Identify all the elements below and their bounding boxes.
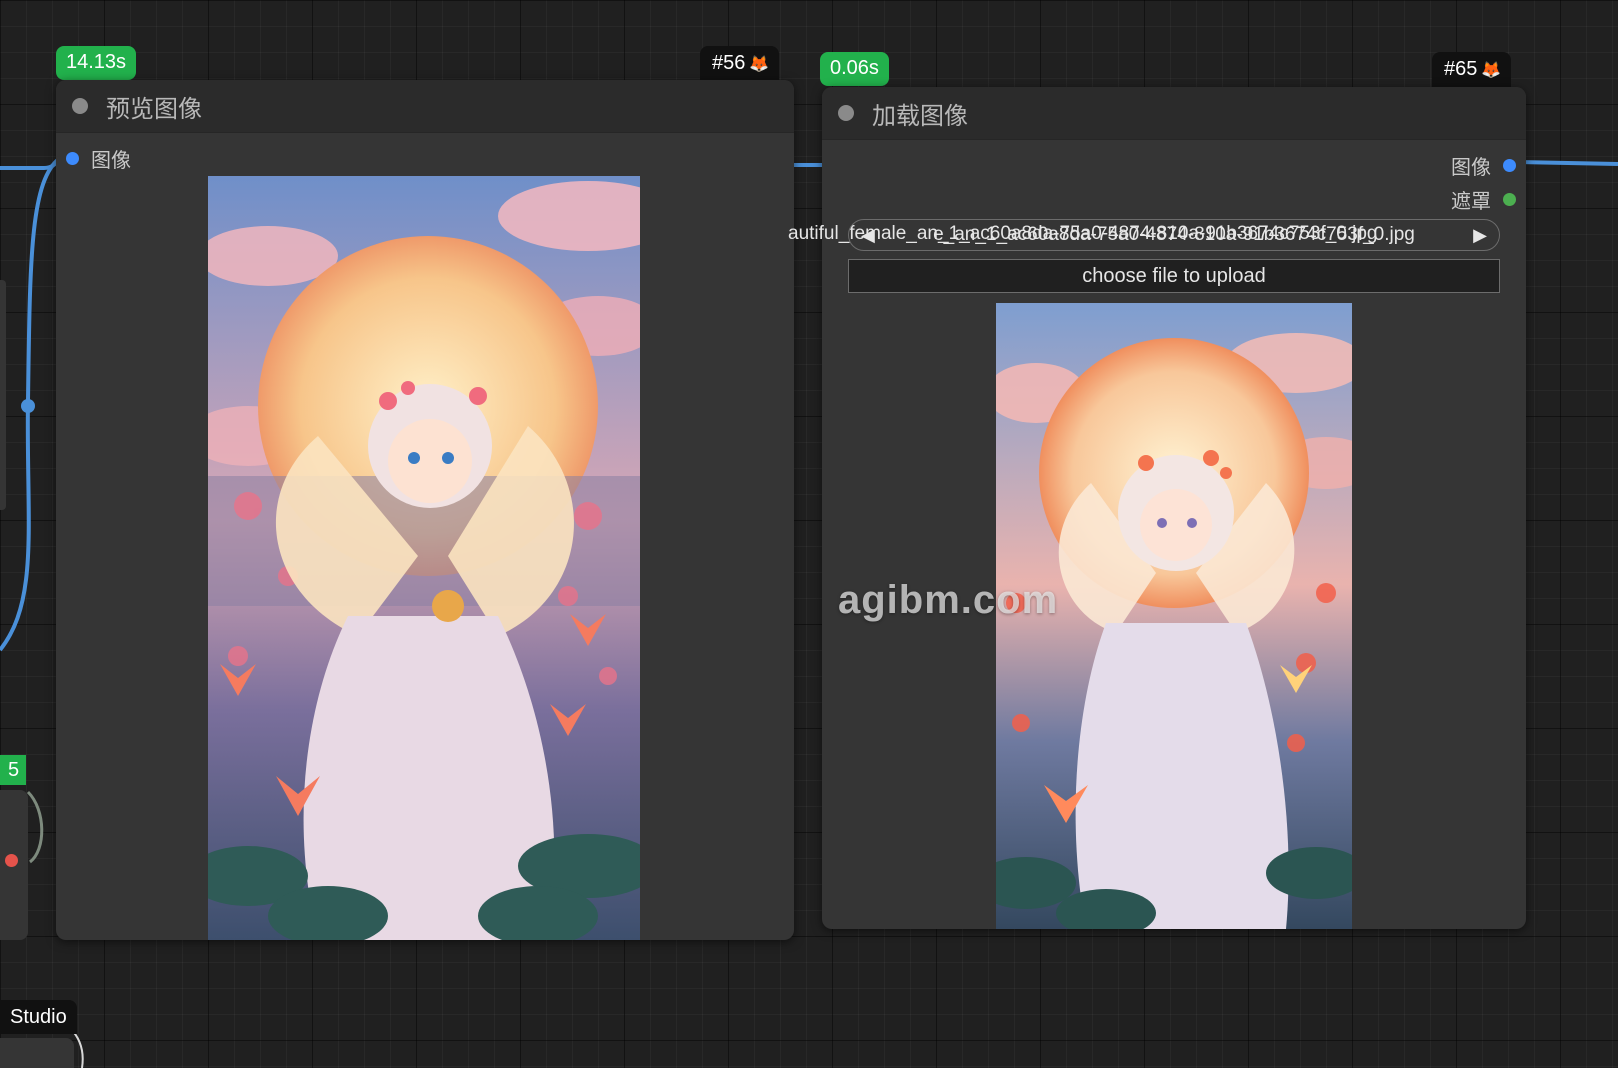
node-65-time-badge: 0.06s (820, 52, 889, 86)
node-56-input-label: 图像 (91, 150, 131, 172)
partial-node-studio-body (0, 1038, 74, 1068)
node-65-id-badge: #65 🦊 (1432, 52, 1512, 88)
node-56-id-badge: #56 🦊 (700, 46, 780, 82)
node-65-image-combo[interactable]: ◀ e_an_1_ac60a8da-75a0-4874-810a-91b3674… (848, 219, 1500, 251)
watermark-text: agibm.com (838, 578, 1059, 622)
fox-icon: 🦊 (1481, 62, 1502, 79)
triangle-left-icon[interactable]: ◀ (861, 225, 875, 246)
partial-node-time-badge: 5 (0, 755, 26, 785)
node-load-image[interactable]: 加载图像 图像 遮罩 autiful_female_an_1_ac60a8da-… (788, 87, 1526, 929)
node-56-input-slot[interactable] (66, 152, 79, 165)
node-preview-image[interactable]: 预览图像 图像 (56, 80, 794, 940)
node-56-collapse-dot[interactable] (72, 98, 88, 114)
partial-node-left-top (0, 280, 6, 510)
node-65-output-image[interactable]: 图像 (1451, 151, 1516, 180)
wire-image-right (1519, 160, 1618, 166)
node-65-title: 加载图像 (872, 102, 968, 130)
node-56-time-badge: 14.13s (56, 46, 137, 80)
partial-node-studio-badge: Studio (0, 1000, 77, 1034)
node-65-output-image-slot[interactable] (1503, 159, 1516, 172)
angel-portrait-image-icon (208, 176, 640, 940)
wire-gray-left (26, 790, 44, 864)
node-65-collapse-dot[interactable] (838, 105, 854, 121)
triangle-right-icon[interactable]: ▶ (1473, 225, 1487, 246)
wire-reroute-dot (21, 399, 35, 413)
node-56-header[interactable]: 预览图像 (56, 80, 794, 133)
node-65-header[interactable]: 加载图像 (822, 87, 1526, 140)
node-65-output-mask[interactable]: 遮罩 (1451, 185, 1516, 214)
node-56-preview-image (208, 176, 640, 940)
node-65-id: #65 (1444, 58, 1478, 80)
partial-node-output-slot[interactable] (5, 854, 18, 867)
partial-node-left-bottom (0, 790, 28, 940)
node-56-id: #56 (712, 52, 746, 74)
node-65-combo-value: e_an_1_ac60a8da-75a0-4874-810a-91b3674c7… (933, 224, 1415, 245)
node-65-output-mask-label: 遮罩 (1451, 191, 1491, 213)
node-65-output-mask-slot[interactable] (1503, 193, 1516, 206)
node-56-input-image[interactable]: 图像 (66, 144, 131, 173)
fox-icon: 🦊 (749, 56, 770, 73)
node-65-output-image-label: 图像 (1451, 157, 1491, 179)
node-56-title: 预览图像 (106, 95, 202, 123)
node-65-upload-button[interactable]: choose file to upload (848, 259, 1500, 293)
